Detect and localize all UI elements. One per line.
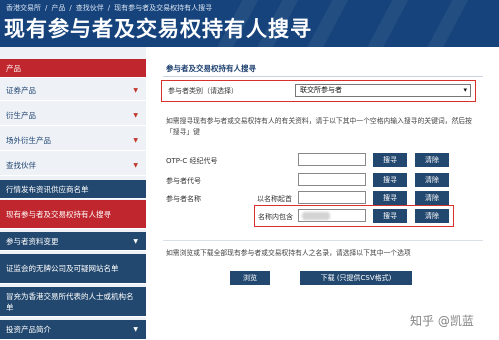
list-instructions: 如需浏览或下载全部现有参与者或交易权持有人之名录，请选择以下其中一个选项 <box>166 249 411 257</box>
sidebar-item-label: 场外衍生产品 <box>6 136 51 145</box>
chevron-down-icon: ▾ <box>463 86 467 94</box>
sidebar-item-label: 现有参与者及交易权持有人搜寻 <box>6 209 111 219</box>
chevron-down-icon: ▼ <box>133 162 138 169</box>
sidebar-item-impersonator-list[interactable]: 冒充为香港交易所代表的人士或机构名单 <box>0 287 146 317</box>
sidebar-item-find-partner[interactable]: 查找伙伴 ▼ <box>0 156 146 176</box>
clear-button-id[interactable]: 清除 <box>415 173 449 187</box>
sidebar-item-label: 证监会的无牌公司及可疑网站名单 <box>6 264 119 273</box>
participant-id-input[interactable] <box>298 173 366 186</box>
category-label: 参与者类别（请选择） <box>168 87 238 95</box>
sidebar-item-unlicensed-list[interactable]: 证监会的无牌公司及可疑网站名单 <box>0 254 146 284</box>
category-selected-value: 联交所参与者 <box>300 86 342 94</box>
name-contains-input[interactable] <box>298 209 366 222</box>
chevron-down-icon: ▼ <box>133 237 138 245</box>
name-starts-with-label: 以名称起首 <box>257 195 292 203</box>
sidebar-item-label: 查找伙伴 <box>6 161 36 170</box>
sidebar-item-otc-derivatives[interactable]: 场外衍生产品 ▼ <box>0 131 146 151</box>
page-title: 现有参与者及交易权持有人搜寻 <box>4 17 312 41</box>
page-header: 香港交易所 / 产品 / 查找伙伴 / 现有参与者及交易权持有人搜寻 现有参与者及交易权持有… <box>0 0 499 47</box>
section-title: 参与者及交易权持有人搜寻 <box>166 64 256 73</box>
participant-id-label: 参与者代号 <box>166 177 201 185</box>
name-contains-label: 名称内包含 <box>258 213 293 221</box>
clear-button-starts[interactable]: 清除 <box>415 191 449 205</box>
section-divider <box>163 76 483 77</box>
breadcrumb-current: 现有参与者及交易权持有人搜寻 <box>114 4 213 12</box>
chevron-down-icon: ▼ <box>133 137 138 144</box>
breadcrumb: 香港交易所 / 产品 / 查找伙伴 / 现有参与者及交易权持有人搜寻 <box>6 4 213 12</box>
sidebar-item-label: 产品 <box>6 63 21 73</box>
sidebar-item-label: 证券产品 <box>6 86 36 95</box>
sidebar-item-investment-products[interactable]: 投资产品简介 ▼ <box>0 320 146 340</box>
breadcrumb-find-partner[interactable]: 查找伙伴 <box>76 4 104 12</box>
search-button-otp[interactable]: 搜寻 <box>373 153 407 167</box>
divider <box>163 240 483 241</box>
breadcrumb-home[interactable]: 香港交易所 <box>6 4 41 12</box>
chevron-down-icon: ▼ <box>133 87 138 94</box>
clear-button-otp[interactable]: 清除 <box>415 153 449 167</box>
download-csv-button[interactable]: 下载 (只提供CSV格式) <box>300 271 412 285</box>
sidebar-item-label: 冒充为香港交易所代表的人士或机构名单 <box>6 291 134 312</box>
sidebar-item-label: 参与者资料变更 <box>6 236 59 246</box>
sidebar-item-label: 衍生产品 <box>6 111 36 120</box>
clear-button-contains[interactable]: 清除 <box>415 209 449 223</box>
otp-code-label: OTP-C 经纪代号 <box>166 157 218 165</box>
browse-button[interactable]: 浏览 <box>230 271 270 285</box>
sidebar-item-participant-search[interactable]: 现有参与者及交易权持有人搜寻 <box>0 200 146 229</box>
sidebar-item-participant-changes[interactable]: 参与者资料变更 ▼ <box>0 232 146 251</box>
sidebar-item-products[interactable]: 产品 <box>0 59 146 78</box>
sidebar-item-securities[interactable]: 证券产品 ▼ <box>0 81 146 101</box>
sidebar-item-label: 行情发布资讯供应商名单 <box>6 184 89 194</box>
search-button-starts[interactable]: 搜寻 <box>373 191 407 205</box>
sidebar-item-label: 投资产品简介 <box>6 325 51 334</box>
sidebar-item-vendors[interactable]: 行情发布资讯供应商名单 <box>0 180 146 199</box>
watermark: 知乎 @凯蓝 <box>410 314 474 328</box>
participant-name-label: 参与者名称 <box>166 195 201 203</box>
search-button-contains[interactable]: 搜寻 <box>373 209 407 223</box>
search-instructions: 如需搜寻现有参与者或交易权持有人的有关资料，请于以下其中一个空格内输入搜寻的关键… <box>166 117 472 136</box>
search-button-id[interactable]: 搜寻 <box>373 173 407 187</box>
breadcrumb-products[interactable]: 产品 <box>51 4 65 12</box>
participant-category-select[interactable]: 联交所参与者 ▾ <box>295 84 471 97</box>
sidebar-item-derivatives[interactable]: 衍生产品 ▼ <box>0 106 146 126</box>
name-starts-with-input[interactable] <box>298 191 366 204</box>
chevron-down-icon: ▼ <box>133 112 138 119</box>
chevron-down-icon: ▼ <box>133 326 138 333</box>
otp-code-input[interactable] <box>298 153 366 166</box>
